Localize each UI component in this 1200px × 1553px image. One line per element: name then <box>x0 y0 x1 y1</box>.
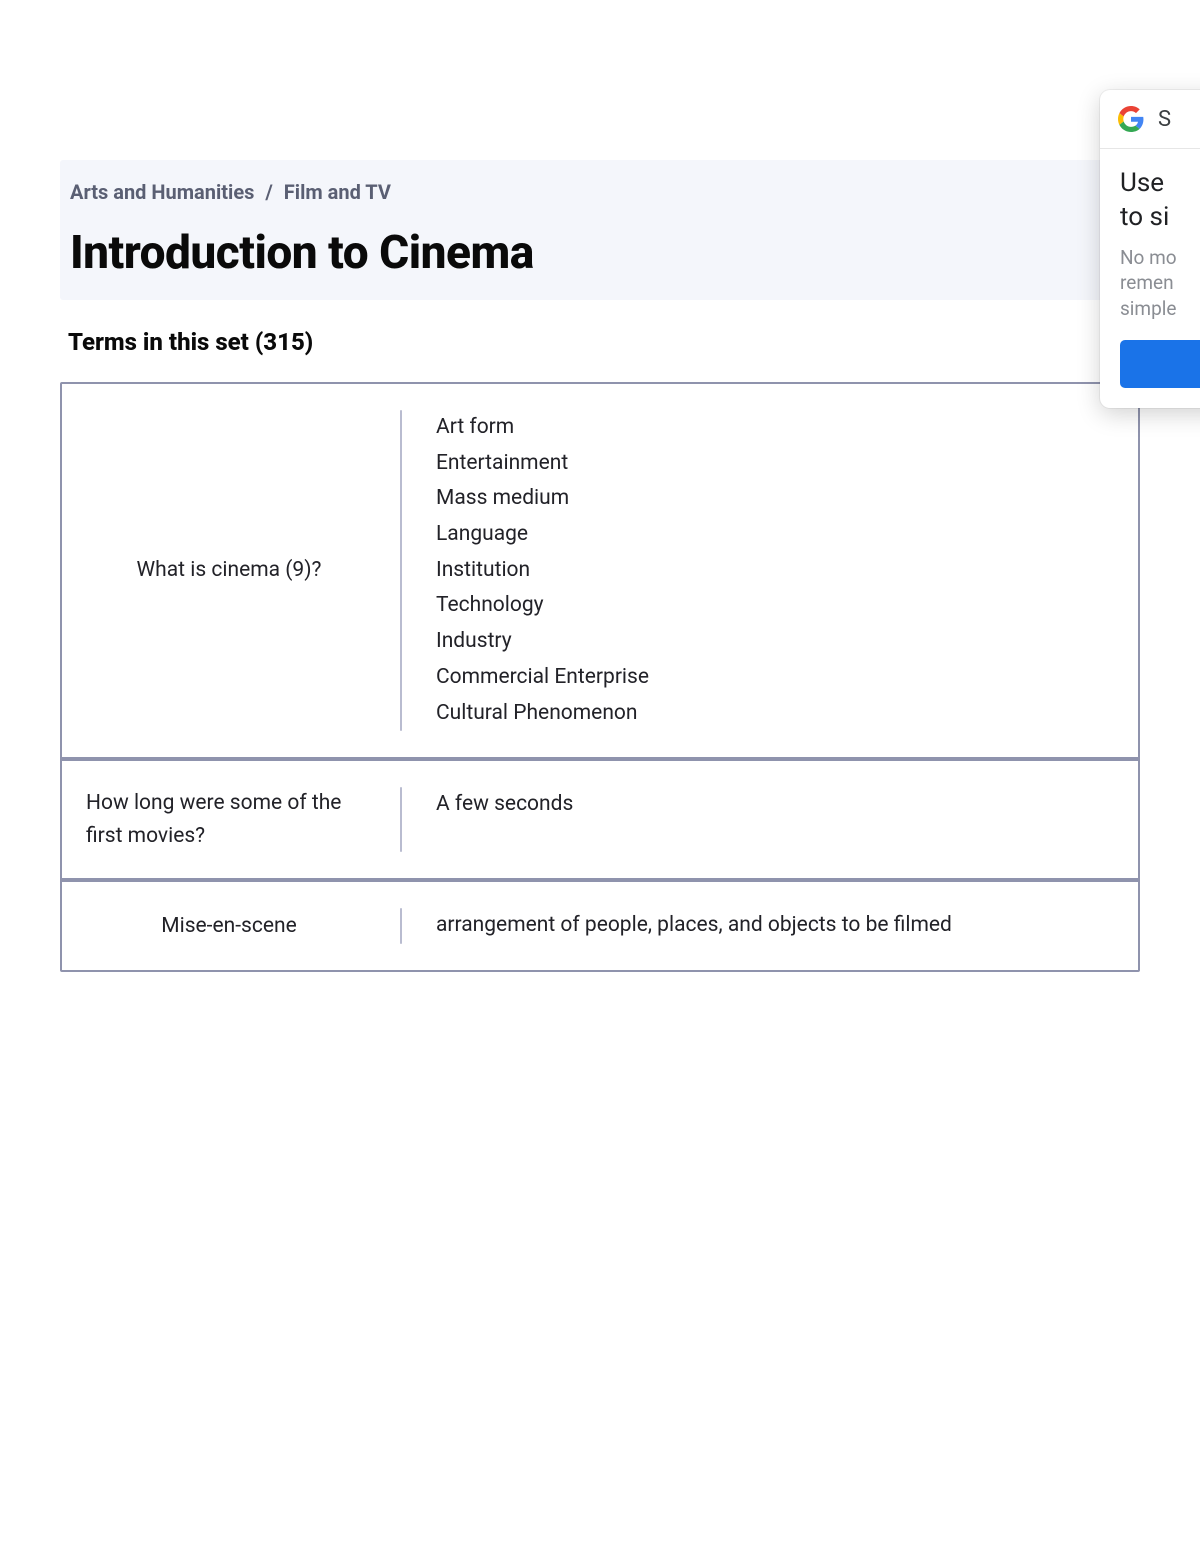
definition-line: Language <box>436 517 1108 553</box>
definition-line: Mass medium <box>436 481 1108 517</box>
term-text: What is cinema (9)? <box>137 554 322 587</box>
google-popup-sub-line: No mo <box>1120 246 1177 269</box>
term-cell: Mise-en-scene <box>82 908 382 944</box>
term-cell: How long were some of the first movies? <box>82 787 382 852</box>
definition-line: Industry <box>436 624 1108 660</box>
term-text: How long were some of the first movies? <box>86 787 372 852</box>
definition-cell: Art form Entertainment Mass medium Langu… <box>436 410 1118 731</box>
header-band: Arts and Humanities / Film and TV Introd… <box>60 160 1140 300</box>
row-divider <box>400 410 402 731</box>
definition-line: Technology <box>436 588 1108 624</box>
term-text: Mise-en-scene <box>161 910 296 943</box>
google-popup-sub-line: remen <box>1120 271 1174 294</box>
google-popup-subtext: No mo remen simple <box>1120 245 1200 322</box>
flashcard-row: What is cinema (9)? Art form Entertainme… <box>62 384 1138 757</box>
card-stack: What is cinema (9)? Art form Entertainme… <box>60 382 1140 972</box>
definition-line: Institution <box>436 553 1108 589</box>
definition-line: A few seconds <box>436 787 1108 823</box>
breadcrumb: Arts and Humanities / Film and TV <box>70 180 1130 204</box>
google-logo-icon <box>1118 106 1144 132</box>
google-signin-popup: S Use to si No mo remen simple <box>1100 90 1200 408</box>
flashcard-row: Mise-en-scene arrangement of people, pla… <box>62 878 1138 970</box>
definition-cell: arrangement of people, places, and objec… <box>436 908 1118 944</box>
definition-cell: A few seconds <box>436 787 1118 852</box>
google-popup-title-line: Use <box>1120 168 1164 198</box>
definition-line: Entertainment <box>436 446 1108 482</box>
term-cell: What is cinema (9)? <box>82 410 382 731</box>
breadcrumb-child-link[interactable]: Film and TV <box>284 180 391 204</box>
google-popup-header-text: S <box>1158 107 1171 132</box>
breadcrumb-parent-link[interactable]: Arts and Humanities <box>70 180 254 204</box>
google-continue-button[interactable] <box>1120 340 1200 388</box>
row-divider <box>400 908 402 944</box>
flashcard-row: How long were some of the first movies? … <box>62 757 1138 878</box>
definition-line: Commercial Enterprise <box>436 660 1108 696</box>
definition-line: Cultural Phenomenon <box>436 696 1108 732</box>
row-divider <box>400 787 402 852</box>
google-popup-header: S <box>1100 90 1200 149</box>
google-popup-sub-line: simple <box>1120 297 1176 320</box>
breadcrumb-separator: / <box>265 180 272 204</box>
terms-heading: Terms in this set (315) <box>68 328 1140 356</box>
page-title: Introduction to Cinema <box>70 226 1130 280</box>
definition-line: arrangement of people, places, and objec… <box>436 908 1108 944</box>
google-popup-title-line: to si <box>1120 202 1169 232</box>
definition-line: Art form <box>436 410 1108 446</box>
google-popup-title: Use to si <box>1120 167 1200 235</box>
google-popup-body: Use to si No mo remen simple <box>1100 149 1200 408</box>
